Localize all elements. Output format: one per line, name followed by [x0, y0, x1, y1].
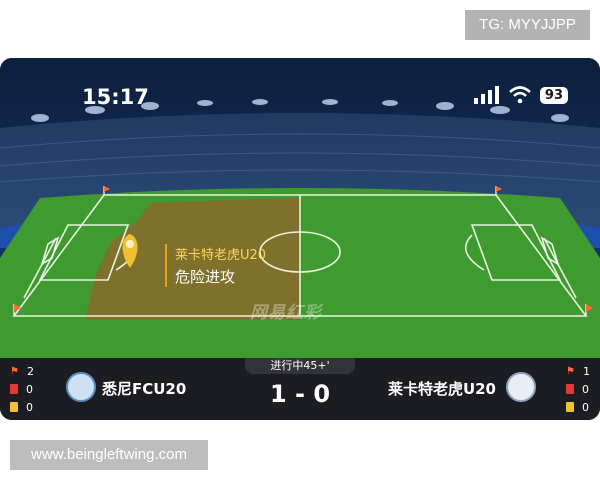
home-red-count: 0 [26, 382, 33, 396]
phone-screen: 15:17 93 莱卡特老虎U20 危险进攻 网易红彩 进行中45+' ⚑ 2 … [0, 58, 600, 420]
away-corners-row: ⚑ 1 [566, 362, 590, 380]
event-description: 危险进攻 [175, 268, 236, 286]
event-callout: 莱卡特老虎U20 危险进攻 [165, 244, 266, 287]
home-score: 1 [269, 380, 287, 408]
home-corners-count: 2 [26, 364, 34, 378]
away-stats: ⚑ 1 0 0 [566, 362, 590, 416]
yellow-card-icon [566, 402, 574, 412]
home-stats: ⚑ 2 0 0 [10, 362, 34, 416]
corner-flag-icon: ⚑ [10, 365, 19, 377]
away-red-count: 0 [582, 382, 589, 396]
home-red-row: 0 [10, 380, 34, 398]
wifi-icon [509, 86, 531, 104]
brand-watermark: 网易红彩 [250, 303, 322, 323]
red-card-icon [566, 384, 574, 394]
away-yellow-count: 0 [582, 400, 589, 414]
away-team-name[interactable]: 莱卡特老虎U20 [388, 378, 496, 399]
signal-icon [473, 86, 499, 104]
yellow-card-icon [10, 402, 18, 412]
status-icons: 93 [473, 86, 568, 104]
red-card-icon [10, 384, 18, 394]
match-period: 进行中45+' [245, 358, 355, 374]
corner-flag-icon: ⚑ [566, 365, 575, 377]
tg-label: TG: MYYJJPP [465, 10, 590, 40]
match-score: 1 - 0 [262, 380, 338, 408]
battery-icon: 93 [539, 86, 568, 104]
home-corners-row: ⚑ 2 [10, 362, 34, 380]
home-team-name[interactable]: 悉尼FCU20 [102, 378, 186, 399]
away-red-row: 0 [566, 380, 590, 398]
score-separator: - [295, 380, 305, 408]
home-yellow-row: 0 [10, 398, 34, 416]
away-score: 0 [313, 380, 331, 408]
home-team-badge[interactable] [66, 372, 96, 402]
away-team-badge[interactable] [506, 372, 536, 402]
status-time: 15:17 [82, 85, 149, 109]
away-corners-count: 1 [582, 364, 590, 378]
home-yellow-count: 0 [26, 400, 33, 414]
away-yellow-row: 0 [566, 398, 590, 416]
event-team-label: 莱卡特老虎U20 [175, 248, 267, 263]
website-watermark: www.beingleftwing.com [10, 440, 208, 470]
